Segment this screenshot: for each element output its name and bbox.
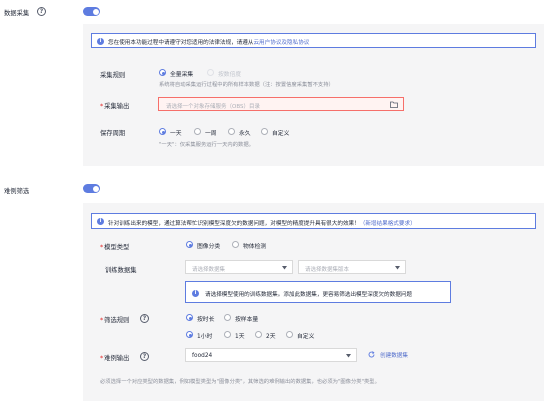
period-forever-label: 永久 [239, 131, 251, 137]
chevron-down-icon [395, 266, 400, 270]
duration-2d-label: 2天 [266, 334, 276, 340]
collection-notice-text: 您在使用本功能过程中请遵守对您适用的法律法规，请遵从云用户协议及隐私协议 [108, 40, 310, 46]
dataset-notice: i 请选择模型使用的训练数据集。添加此数据集，更容易筛选出模型深度欠的数据问题 [185, 281, 451, 303]
output-placeholder: 请选择一个对象存储服务（OBS）目录 [166, 103, 260, 110]
dataset-placeholder: 请选择数据集 [192, 266, 226, 273]
duration-custom-label: 自定义 [297, 334, 315, 340]
filter-samples-label: 按样本量 [235, 317, 259, 323]
filter-rule-label: *筛选规则 [100, 317, 130, 324]
format-link[interactable]: （新增结果格式要求） [360, 221, 416, 227]
dataset-version-select[interactable]: 请选择数据集版本 [298, 260, 406, 274]
chevron-down-icon [282, 266, 287, 270]
period-day-label: 一天 [170, 131, 182, 137]
rule-confidence-radio [207, 69, 214, 76]
privacy-link[interactable]: 云用户协议及隐私协议 [253, 40, 309, 46]
period-forever-radio[interactable] [228, 128, 235, 135]
duration-1d-label: 1天 [235, 334, 245, 340]
hard-mining-panel: i 针对训练出来的模型，通过算法帮忙识别模型深度欠的数据问题，对模型的精度提升具… [83, 203, 544, 401]
filter-duration-radio[interactable] [186, 314, 193, 321]
period-week-label: 一周 [205, 131, 217, 137]
duration-1h-label: 1小时 [197, 334, 213, 340]
period-label: 保存周期 [100, 130, 126, 137]
refresh-icon[interactable] [368, 351, 375, 358]
collection-label: 数据采集 [4, 10, 30, 17]
period-custom-label: 自定义 [272, 131, 290, 137]
duration-1h-radio[interactable] [186, 331, 193, 338]
dataset-notice-text: 请选择模型使用的训练数据集。添加此数据集，更容易筛选出模型深度欠的数据问题 [205, 292, 412, 298]
footer-hint: 必须选择一个对应类型的数据集，例如模型类型为"图像分类"，其筛选的难例输出的数据… [100, 379, 380, 385]
hard-output-select[interactable]: food24 [185, 348, 357, 362]
filter-samples-radio[interactable] [224, 314, 231, 321]
collection-notice: i 您在使用本功能过程中请遵守对您适用的法律法规，请遵从云用户协议及隐私协议 [91, 33, 536, 48]
duration-2d-radio[interactable] [255, 331, 262, 338]
hard-mining-toggle[interactable] [83, 184, 100, 193]
model-type-label: *模型类型 [100, 244, 130, 251]
period-custom-radio[interactable] [261, 128, 268, 135]
hard-mining-notice: i 针对训练出来的模型，通过算法帮忙识别模型深度欠的数据问题，对模型的精度提升具… [91, 213, 536, 229]
rule-full-radio[interactable] [159, 69, 166, 76]
create-dataset-link[interactable]: 创建数据集 [380, 351, 408, 359]
rule-full-label: 全量采集 [170, 72, 194, 78]
folder-icon[interactable] [390, 101, 398, 108]
help-icon[interactable]: ? [140, 352, 149, 361]
output-label: *采集输出 [100, 103, 130, 110]
collection-toggle[interactable] [83, 7, 100, 16]
period-day-radio[interactable] [159, 128, 166, 135]
dataset-select[interactable]: 请选择数据集 [185, 260, 293, 274]
info-icon: i [97, 37, 104, 45]
hard-output-label: *难例输出 [100, 355, 130, 362]
period-hint: "一天"：仅采集服务运行一天内的数据。 [159, 142, 254, 148]
filter-duration-label: 按时长 [197, 317, 215, 323]
rule-confidence-label: 按数倍度 [218, 72, 242, 78]
period-week-radio[interactable] [194, 128, 201, 135]
model-type-detect-radio[interactable] [232, 241, 239, 248]
hard-output-value: food24 [192, 352, 213, 359]
info-icon: i [192, 289, 199, 297]
model-type-classify-label: 图像分类 [197, 244, 221, 250]
duration-1d-radio[interactable] [224, 331, 231, 338]
output-obs-input[interactable]: 请选择一个对象存储服务（OBS）目录 [158, 97, 404, 111]
duration-custom-radio[interactable] [286, 331, 293, 338]
hard-mining-label: 难例筛选 [4, 188, 30, 195]
model-type-classify-radio[interactable] [186, 241, 193, 248]
info-icon: i [97, 218, 104, 225]
chevron-down-icon [346, 354, 351, 358]
model-type-detect-label: 物体检测 [243, 244, 267, 250]
help-icon[interactable]: ? [140, 314, 149, 323]
help-icon[interactable]: ? [37, 7, 46, 16]
hard-mining-notice-text: 针对训练出来的模型，通过算法帮忙识别模型深度欠的数据问题，对模型的精度提升具有很… [108, 220, 416, 227]
rule-label: 采集规则 [100, 72, 126, 79]
dataset-label: 训练数据集 [105, 267, 137, 274]
collection-panel: i 您在使用本功能过程中请遵守对您适用的法律法规，请遵从云用户协议及隐私协议 采… [83, 24, 544, 166]
rule-hint: 系统将自动采集运行过程中的所有样本数据（注：按置信度采集暂不支持） [159, 82, 334, 88]
version-placeholder: 请选择数据集版本 [305, 266, 350, 273]
